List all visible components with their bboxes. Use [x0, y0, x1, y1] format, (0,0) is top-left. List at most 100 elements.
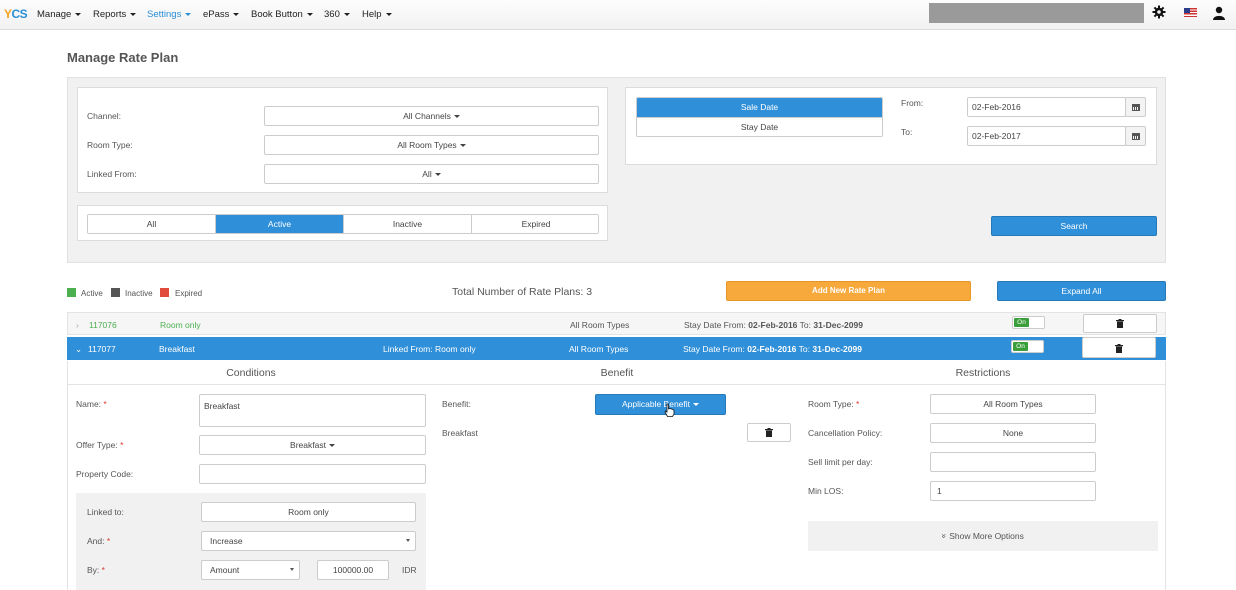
amount-input[interactable]: 100000.00 — [317, 560, 389, 580]
delete-rate-plan-button[interactable] — [1082, 337, 1156, 358]
offer-type-label-text: Offer Type: — [76, 440, 118, 450]
from-calendar-icon[interactable] — [1125, 97, 1146, 117]
user-icon[interactable] — [1212, 6, 1226, 20]
conditions-heading: Conditions — [226, 367, 276, 379]
room-type-restriction-label-text: Room Type: — [808, 399, 854, 409]
us-flag-icon[interactable] — [1184, 8, 1197, 17]
tab-expired[interactable]: Expired — [472, 215, 598, 233]
nav-360[interactable]: 360 — [324, 9, 350, 20]
room-type-value: All Room Types — [397, 140, 457, 150]
nav-settings-label: Settings — [147, 9, 182, 20]
applicable-benefit-label: Applicable Benefit — [621, 399, 691, 409]
status-box: All Active Inactive Expired — [77, 205, 608, 241]
rate-plan-stay-dates: Stay Date From: 02-Feb-2016 To: 31-Dec-2… — [683, 344, 862, 354]
stay-to: 31-Dec-2099 — [813, 320, 863, 330]
to-date-input[interactable]: 02-Feb-2017 — [967, 126, 1126, 146]
nav-help[interactable]: Help — [362, 9, 392, 20]
to-label: To: — [901, 127, 913, 137]
channel-dropdown[interactable]: All Channels — [264, 106, 599, 126]
legend-active-label: Active — [81, 289, 103, 298]
legend-active-swatch — [67, 288, 76, 297]
detail-divider — [68, 384, 1165, 385]
rate-plan-toggle[interactable]: On — [1012, 316, 1045, 329]
expand-all-button[interactable]: Expand All — [997, 281, 1166, 301]
cancellation-policy-field[interactable]: None — [930, 423, 1096, 443]
show-more-options-button[interactable]: » Show More Options — [808, 521, 1158, 551]
min-los-label: Min LOS: — [808, 486, 844, 496]
applicable-benefit-button[interactable]: Applicable Benefit — [595, 394, 726, 415]
toggle-on-label: On — [1013, 342, 1028, 351]
nav-book-button[interactable]: Book Button — [251, 9, 313, 20]
remove-benefit-button[interactable] — [747, 423, 791, 442]
rate-plan-row[interactable]: › 117076 Room only All Room Types Stay D… — [67, 312, 1166, 335]
show-more-label: Show More Options — [949, 531, 1024, 541]
stay-from: 02-Feb-2016 — [748, 320, 798, 330]
add-new-rate-plan-button[interactable]: Add New Rate Plan — [726, 281, 971, 301]
required-marker: * — [106, 536, 111, 546]
min-los-input[interactable]: 1 — [930, 481, 1096, 501]
required-marker: * — [120, 440, 124, 450]
sell-limit-input[interactable] — [930, 452, 1096, 472]
cancellation-policy-label: Cancellation Policy: — [808, 428, 883, 438]
rate-plan-id: 117077 — [88, 344, 116, 354]
rate-plan-toggle[interactable]: On — [1011, 340, 1044, 353]
rate-plan-linked-from: Linked From: Room only — [383, 344, 476, 354]
linked-to-field[interactable]: Room only — [201, 502, 416, 522]
nav-epass-label: ePass — [203, 9, 230, 20]
property-code-label: Property Code: — [76, 469, 134, 479]
nav-manage[interactable]: Manage — [37, 9, 82, 20]
search-button[interactable]: Search — [991, 216, 1157, 236]
name-label-text: Name: — [76, 399, 102, 409]
nav-manage-label: Manage — [37, 9, 72, 20]
room-type-dropdown[interactable]: All Room Types — [264, 135, 599, 155]
rate-plan-room-types: All Room Types — [570, 320, 630, 330]
trash-icon — [1115, 344, 1123, 353]
ycs-logo[interactable]: YCS — [4, 7, 28, 21]
tab-active[interactable]: Active — [216, 215, 344, 233]
page-title: Manage Rate Plan — [67, 50, 179, 65]
to-calendar-icon[interactable] — [1125, 126, 1146, 146]
linked-from-dropdown[interactable]: All — [264, 164, 599, 184]
nav-reports[interactable]: Reports — [93, 9, 137, 20]
rate-plan-id: 117076 — [89, 320, 117, 330]
channel-label: Channel: — [87, 111, 122, 121]
by-label-text: By: — [87, 565, 100, 575]
stay-from: 02-Feb-2016 — [747, 344, 797, 354]
chevron-right-icon[interactable]: › — [76, 320, 79, 330]
benefit-heading: Benefit — [600, 367, 634, 379]
and-label: And: * — [87, 536, 110, 546]
date-box: Sale Date Stay Date From: 02-Feb-2016 To… — [625, 87, 1157, 165]
tab-inactive[interactable]: Inactive — [344, 215, 472, 233]
total-rate-plans: Total Number of Rate Plans: 3 — [452, 286, 593, 298]
trash-icon — [1116, 319, 1124, 328]
linked-from-label: Linked From: — [87, 169, 137, 179]
by-select-value: Amount — [210, 565, 240, 575]
sale-date-option[interactable]: Sale Date — [637, 98, 882, 117]
and-label-text: And: — [87, 536, 105, 546]
by-select[interactable]: Amount — [201, 560, 300, 580]
room-type-restriction-field[interactable]: All Room Types — [930, 394, 1096, 414]
from-label: From: — [901, 98, 924, 108]
gear-icon[interactable] — [1152, 5, 1166, 19]
chevrons-down-icon: » — [939, 533, 950, 539]
nav-epass[interactable]: ePass — [203, 9, 240, 20]
tab-all[interactable]: All — [88, 215, 216, 233]
stay-date-option[interactable]: Stay Date — [637, 117, 882, 136]
property-code-input[interactable] — [199, 464, 426, 484]
delete-rate-plan-button[interactable] — [1083, 314, 1157, 333]
and-select-value: Increase — [210, 536, 243, 546]
rate-plan-row-expanded[interactable]: ⌄ 117077 Breakfast Linked From: Room onl… — [67, 337, 1166, 360]
name-input[interactable]: Breakfast — [199, 394, 426, 427]
room-type-label: Room Type: — [87, 140, 133, 150]
rate-plan-name: Breakfast — [159, 344, 195, 354]
date-type-toggle: Sale Date Stay Date — [636, 97, 883, 137]
chevron-down-icon[interactable]: ⌄ — [75, 344, 82, 355]
nav-help-label: Help — [362, 9, 382, 20]
nav-360-label: 360 — [324, 9, 340, 20]
offer-type-dropdown[interactable]: Breakfast — [199, 435, 426, 455]
from-date-input[interactable]: 02-Feb-2016 — [967, 97, 1126, 117]
toggle-on-label: On — [1014, 318, 1029, 327]
stay-prefix: Stay Date From: — [683, 344, 745, 354]
and-select[interactable]: Increase — [201, 531, 416, 551]
nav-settings[interactable]: Settings — [147, 9, 192, 20]
